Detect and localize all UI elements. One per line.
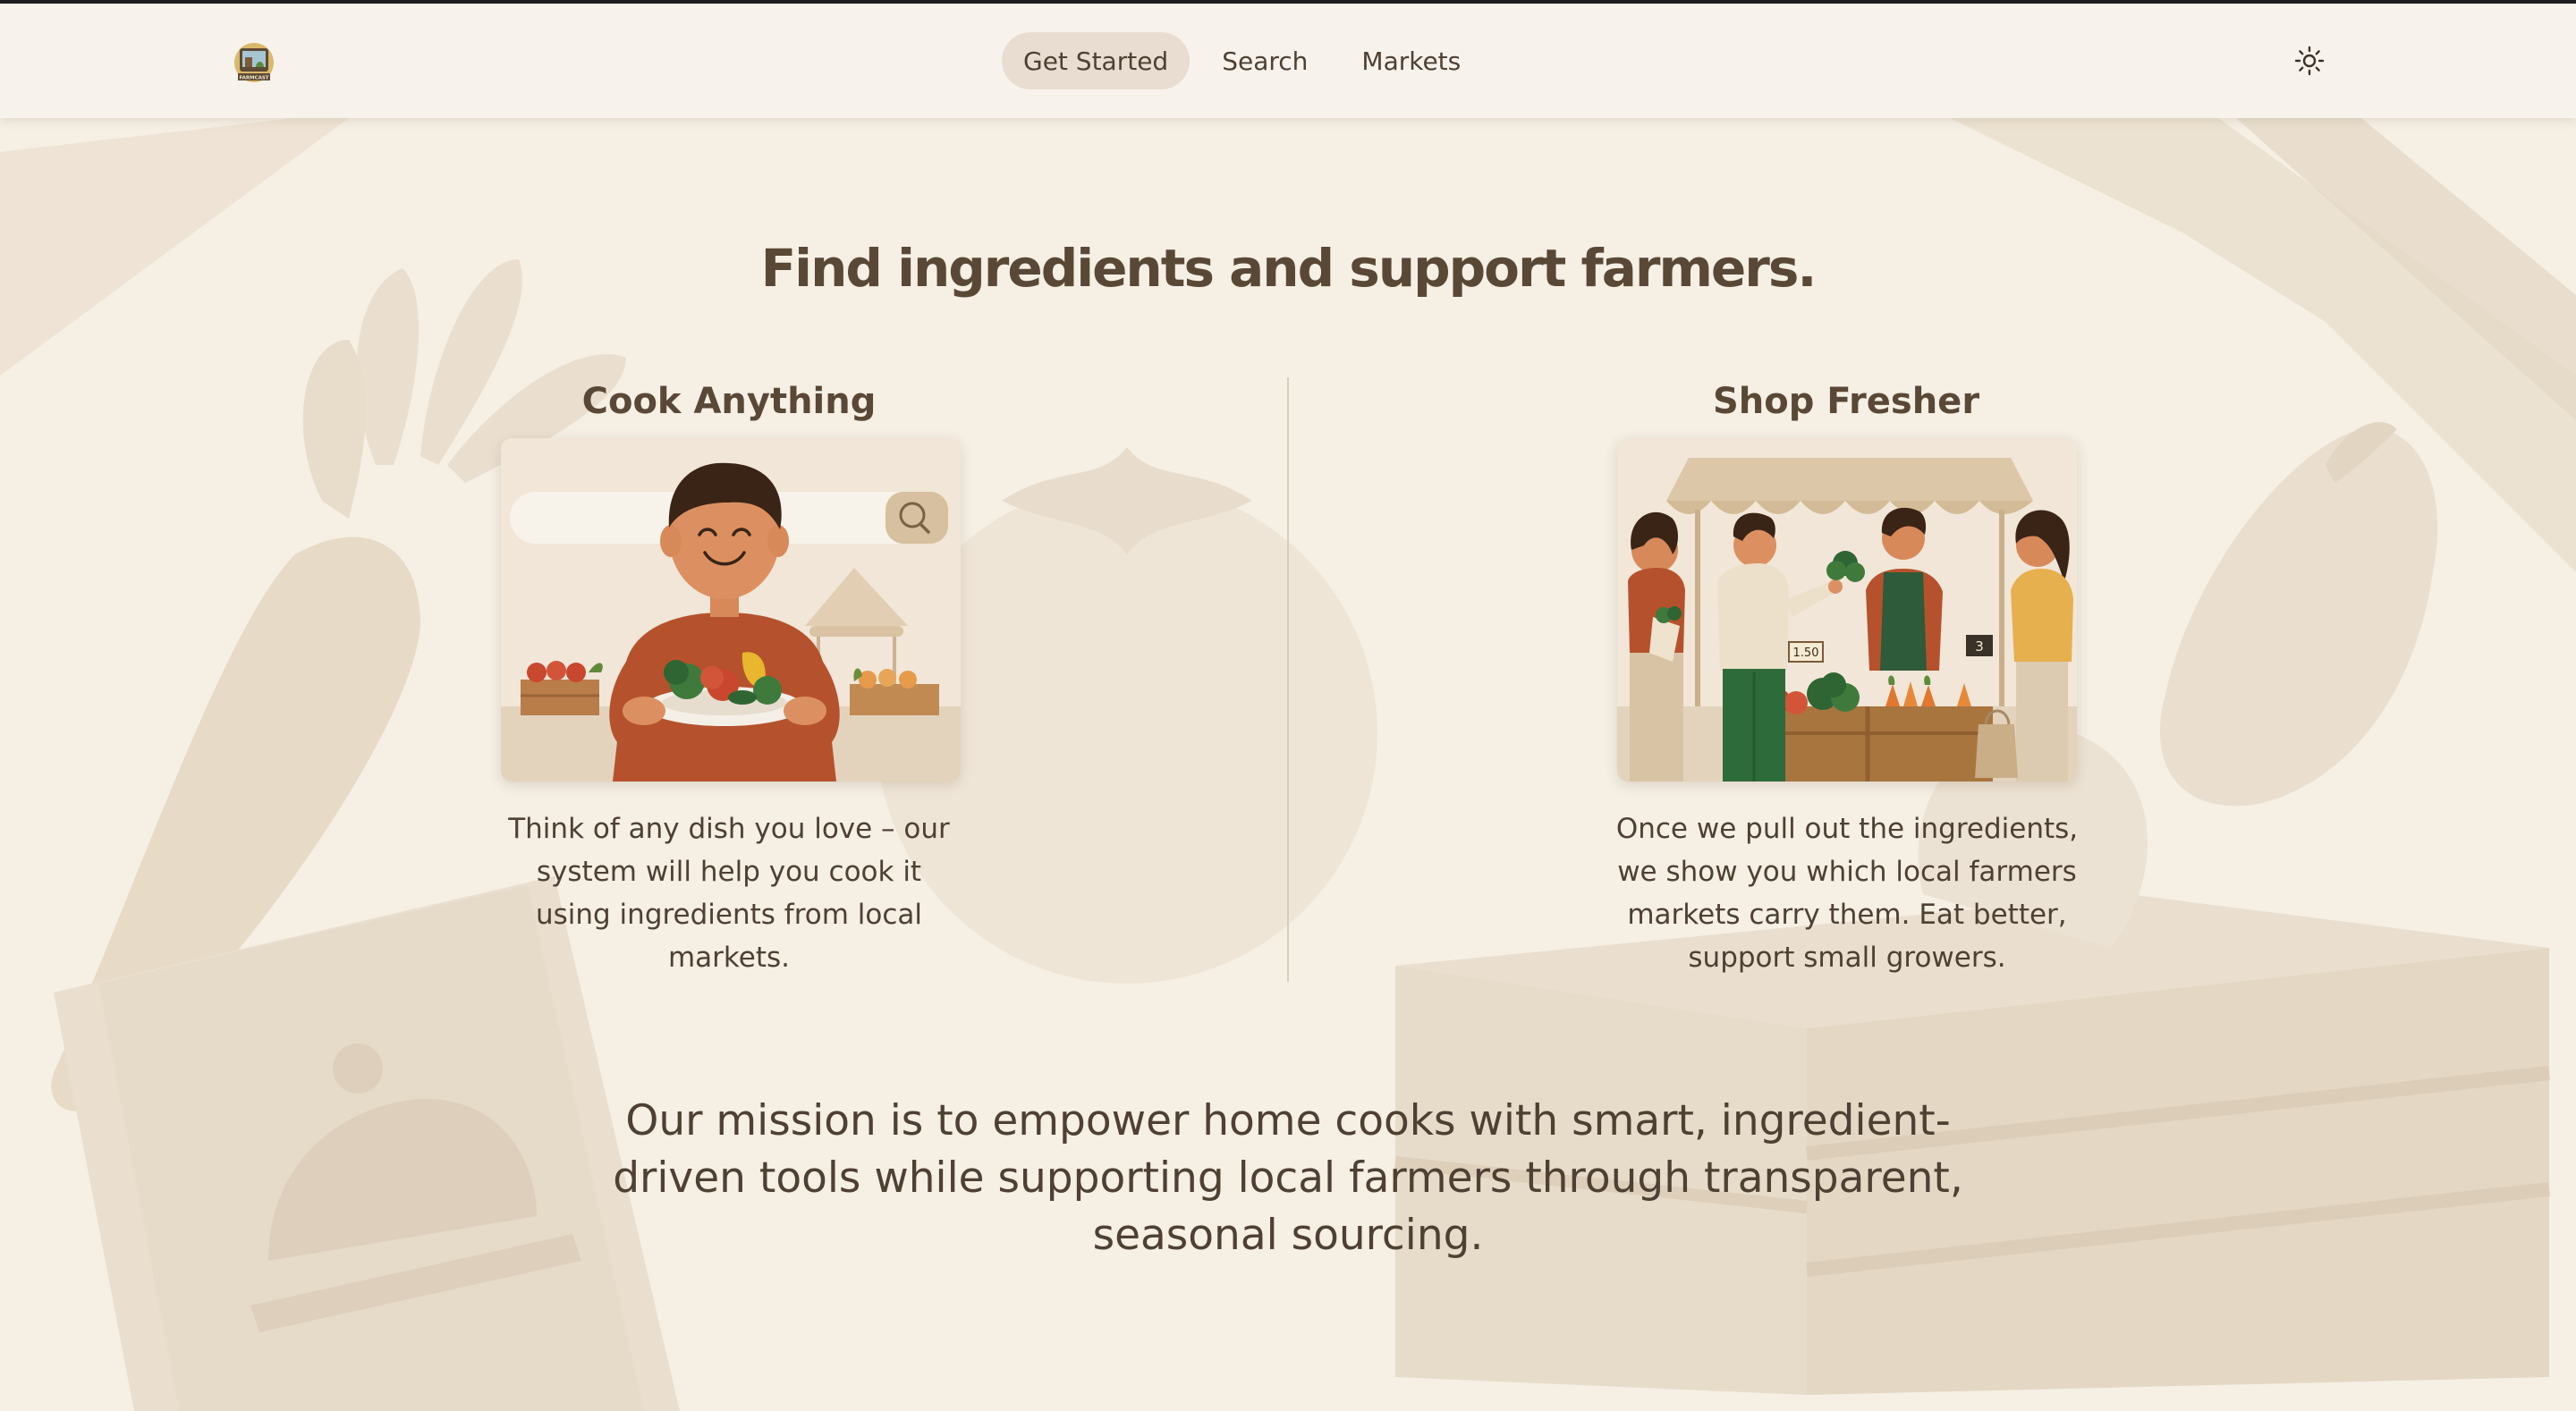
column-divider	[1287, 377, 1289, 982]
shop-fresher-description: Once we pull out the ingredients, we sho…	[1615, 813, 2079, 974]
nav-search[interactable]: Search	[1200, 32, 1329, 89]
cook-anything-illustration	[501, 438, 961, 782]
shop-fresher-title: Shop Fresher	[1712, 381, 1980, 422]
cook-anything-title: Cook Anything	[581, 381, 877, 422]
main-content: Find ingredients and support farmers. Co…	[0, 0, 2576, 1411]
window-top-border	[0, 0, 2576, 4]
shop-fresher-illustration: 1.50 2 3	[1617, 438, 2077, 782]
nav-get-started[interactable]: Get Started	[1002, 32, 1191, 89]
mission-statement: Our mission is to empower home cooks wit…	[613, 1096, 1963, 1260]
logo-wordmark: FARMCAST	[239, 76, 268, 81]
top-navbar: FARMCAST Get Started Search Markets	[0, 4, 2576, 118]
price-tag-1: 1.50	[1793, 646, 1819, 660]
farmers-market-illustration: 1.50 2 3	[1617, 438, 2077, 782]
farmcast-logo-icon[interactable]: FARMCAST	[233, 39, 275, 86]
cook-anything-description: Think of any dish you love – our system …	[508, 813, 950, 974]
page-headline: Find ingredients and support farmers.	[760, 238, 1818, 299]
man-with-plate-illustration	[501, 438, 961, 782]
main-nav: Get Started Search Markets	[1002, 32, 1482, 89]
nav-markets[interactable]: Markets	[1340, 32, 1482, 89]
sun-icon[interactable]	[2293, 45, 2326, 77]
price-tag-3: 3	[1975, 638, 1984, 655]
